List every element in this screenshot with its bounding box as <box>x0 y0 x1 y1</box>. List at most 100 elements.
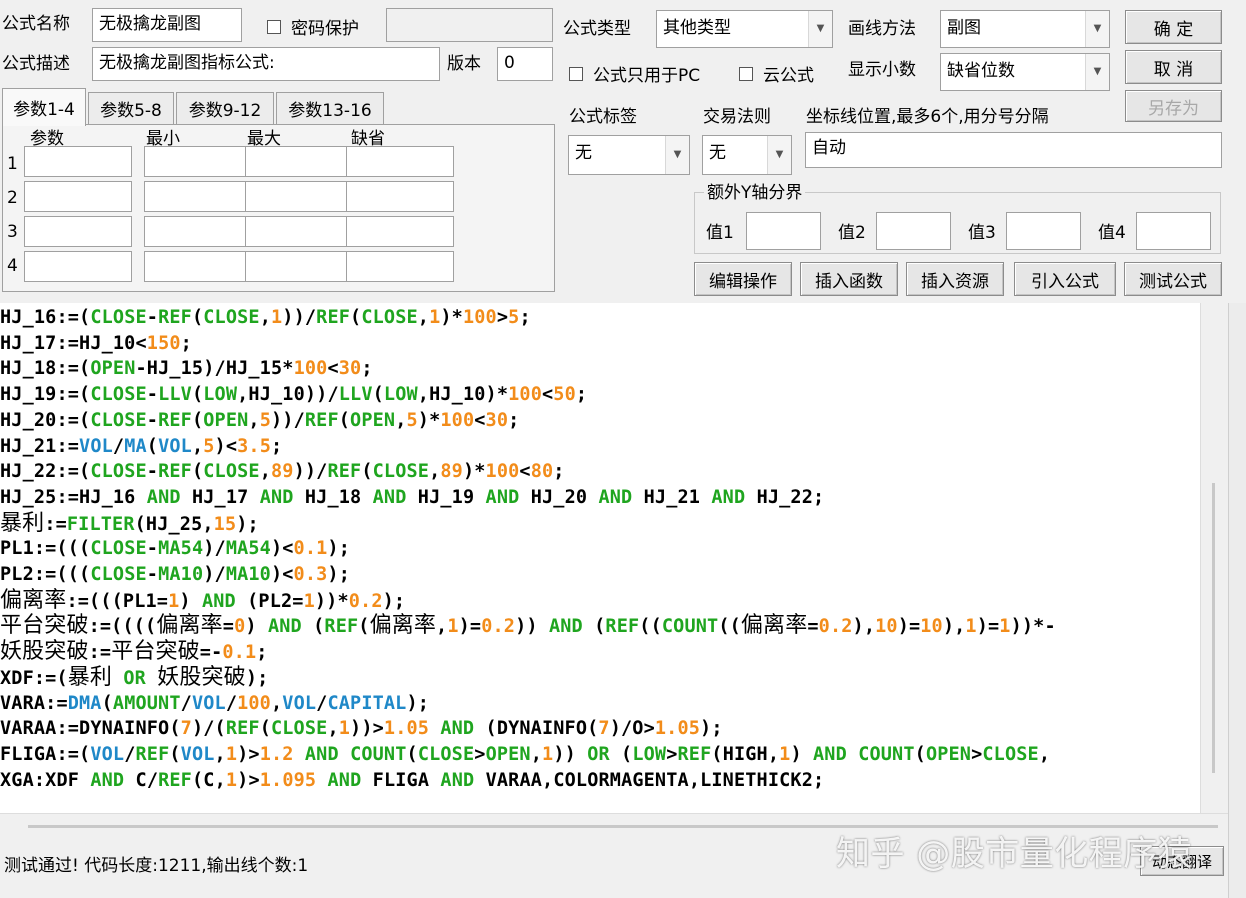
checkbox-icon <box>739 66 753 81</box>
test-formula-button[interactable]: 测试公式 <box>1124 262 1222 296</box>
chevron-down-icon: ▼ <box>665 136 689 174</box>
y-value-2-input[interactable] <box>876 212 951 250</box>
formula-type-label: 公式类型 <box>563 19 631 39</box>
insert-resource-button[interactable]: 插入资源 <box>906 262 1004 296</box>
param-cell-r2-c2[interactable] <box>144 181 252 212</box>
param-cell-r1-c2[interactable] <box>144 146 252 177</box>
code-editor[interactable]: HJ_16:=(CLOSE-REF(CLOSE,1))/REF(CLOSE,1)… <box>0 303 1200 813</box>
vertical-scrollbar[interactable] <box>1200 303 1228 813</box>
formula-tag-value: 无 <box>575 143 592 163</box>
code-line[interactable]: VARAA:=DYNAINFO(7)/(REF(CLOSE,1))>1.05 A… <box>0 716 723 742</box>
ok-button[interactable]: 确 定 <box>1125 10 1222 44</box>
param-cell-r2-c1[interactable] <box>24 181 132 212</box>
tab-params-9-12[interactable]: 参数9-12 <box>176 92 274 124</box>
cloud-formula-label: 云公式 <box>763 66 814 86</box>
code-line[interactable]: HJ_18:=(OPEN-HJ_15)/HJ_15*100<30; <box>0 356 373 382</box>
decimals-value: 缺省位数 <box>947 61 1015 81</box>
cloud-formula-checkbox[interactable]: 云公式 <box>739 61 814 86</box>
param-row-number: 2 <box>7 188 18 208</box>
axis-lines-input[interactable]: 自动 <box>805 132 1222 168</box>
password-protect-checkbox[interactable]: 密码保护 <box>267 14 359 39</box>
pc-only-label: 公式只用于PC <box>593 66 701 86</box>
code-line[interactable]: HJ_19:=(CLOSE-LLV(LOW,HJ_10))/LLV(LOW,HJ… <box>0 382 587 408</box>
watermark-text: 知乎 @股市量化程序猿 <box>836 834 1193 874</box>
param-cell-r3-c3[interactable] <box>245 216 353 247</box>
param-cell-r1-c1[interactable] <box>24 146 132 177</box>
import-formula-button[interactable]: 引入公式 <box>1014 262 1116 296</box>
code-line[interactable]: HJ_16:=(CLOSE-REF(CLOSE,1))/REF(CLOSE,1)… <box>0 305 531 331</box>
code-line[interactable]: HJ_20:=(CLOSE-REF(OPEN,5))/REF(OPEN,5)*1… <box>0 408 519 434</box>
formula-name-input[interactable]: 无极擒龙副图 <box>92 8 242 42</box>
param-cell-r4-c3[interactable] <box>245 251 353 282</box>
y-value-1-input[interactable] <box>746 212 821 250</box>
param-cell-r4-c2[interactable] <box>144 251 252 282</box>
cancel-button[interactable]: 取 消 <box>1125 50 1222 84</box>
y-value-3-input[interactable] <box>1006 212 1081 250</box>
insert-function-button[interactable]: 插入函数 <box>800 262 898 296</box>
y-value-2-label: 值2 <box>838 223 866 243</box>
formula-desc-input[interactable]: 无极擒龙副图指标公式: <box>92 47 440 81</box>
code-line[interactable]: PL1:=(((CLOSE-MA54)/MA54)<0.1); <box>0 536 350 562</box>
param-row-number: 4 <box>7 256 18 276</box>
scrollbar-thumb[interactable] <box>1212 483 1215 773</box>
tab-params-5-8[interactable]: 参数5-8 <box>88 92 174 124</box>
tab-params-13-16[interactable]: 参数13-16 <box>276 92 384 124</box>
code-line[interactable]: HJ_22:=(CLOSE-REF(CLOSE,89))/REF(CLOSE,8… <box>0 459 565 485</box>
param-row-number: 3 <box>7 222 18 242</box>
formula-tag-select[interactable]: 无 ▼ <box>568 135 690 175</box>
code-line[interactable]: PL2:=(((CLOSE-MA10)/MA10)<0.3); <box>0 562 350 588</box>
draw-method-label: 画线方法 <box>848 19 916 39</box>
draw-method-value: 副图 <box>947 18 981 38</box>
param-cell-r3-c1[interactable] <box>24 216 132 247</box>
status-text: 测试通过! 代码长度:1211,输出线个数:1 <box>4 856 309 876</box>
param-cell-r4-c1[interactable] <box>24 251 132 282</box>
code-line[interactable]: 妖股突破:=平台突破=-0.1; <box>0 639 268 666</box>
param-cell-r4-c4[interactable] <box>346 251 454 282</box>
formula-tag-label: 公式标签 <box>569 107 637 127</box>
right-edge-panel <box>1228 303 1246 898</box>
axis-lines-label: 坐标线位置,最多6个,用分号分隔 <box>806 107 1049 127</box>
extra-y-axis-label: 额外Y轴分界 <box>704 182 806 204</box>
code-line[interactable]: HJ_25:=HJ_16 AND HJ_17 AND HJ_18 AND HJ_… <box>0 485 824 511</box>
code-line[interactable]: HJ_17:=HJ_10<150; <box>0 331 192 357</box>
param-cell-r2-c4[interactable] <box>346 181 454 212</box>
decimals-select[interactable]: 缺省位数 ▼ <box>940 53 1110 91</box>
checkbox-icon <box>569 66 583 81</box>
save-as-button[interactable]: 另存为 <box>1125 90 1222 122</box>
trade-rule-select[interactable]: 无 ▼ <box>702 135 792 175</box>
formula-type-value: 其他类型 <box>663 18 731 38</box>
code-line[interactable]: HJ_21:=VOL/MA(VOL,5)<3.5; <box>0 434 282 460</box>
code-line[interactable]: FLIGA:=(VOL/REF(VOL,1)>1.2 AND COUNT(CLO… <box>0 742 1050 768</box>
param-cell-r1-c3[interactable] <box>245 146 353 177</box>
code-line[interactable]: 暴利:=FILTER(HJ_25,15); <box>0 511 259 538</box>
version-label: 版本 <box>447 54 481 74</box>
trade-rule-label: 交易法则 <box>703 107 771 127</box>
formula-desc-label: 公式描述 <box>2 54 70 74</box>
code-line[interactable]: XDF:=(暴利 OR 妖股突破); <box>0 665 268 692</box>
y-value-1-label: 值1 <box>706 223 734 243</box>
chevron-down-icon: ▼ <box>1085 54 1109 90</box>
code-line[interactable]: 偏离率:=(((PL1=1) AND (PL2=1))*0.2); <box>0 588 405 615</box>
draw-method-select[interactable]: 副图 ▼ <box>940 10 1110 48</box>
password-input[interactable] <box>386 8 553 42</box>
code-line[interactable]: VARA:=DMA(AMOUNT/VOL/100,VOL/CAPITAL); <box>0 691 429 717</box>
chevron-down-icon: ▼ <box>1085 11 1109 47</box>
pc-only-checkbox[interactable]: 公式只用于PC <box>569 61 700 86</box>
trade-rule-value: 无 <box>709 143 726 163</box>
chevron-down-icon: ▼ <box>808 11 832 47</box>
param-cell-r3-c4[interactable] <box>346 216 454 247</box>
y-value-4-input[interactable] <box>1136 212 1211 250</box>
param-cell-r3-c2[interactable] <box>144 216 252 247</box>
formula-type-select[interactable]: 其他类型 ▼ <box>656 10 833 48</box>
formula-name-label: 公式名称 <box>2 14 70 34</box>
param-row-number: 1 <box>7 154 18 174</box>
edit-ops-button[interactable]: 编辑操作 <box>694 262 792 296</box>
checkbox-icon <box>267 19 281 34</box>
version-input[interactable]: 0 <box>497 47 553 81</box>
decimals-label: 显示小数 <box>848 60 916 80</box>
tab-params-1-4[interactable]: 参数1-4 <box>2 88 86 126</box>
param-cell-r1-c4[interactable] <box>346 146 454 177</box>
code-line[interactable]: XGA:XDF AND C/REF(C,1)>1.095 AND FLIGA A… <box>0 768 824 794</box>
code-line[interactable]: 平台突破:=((((偏离率=0) AND (REF(偏离率,1)=0.2)) A… <box>0 613 1056 640</box>
param-cell-r2-c3[interactable] <box>245 181 353 212</box>
